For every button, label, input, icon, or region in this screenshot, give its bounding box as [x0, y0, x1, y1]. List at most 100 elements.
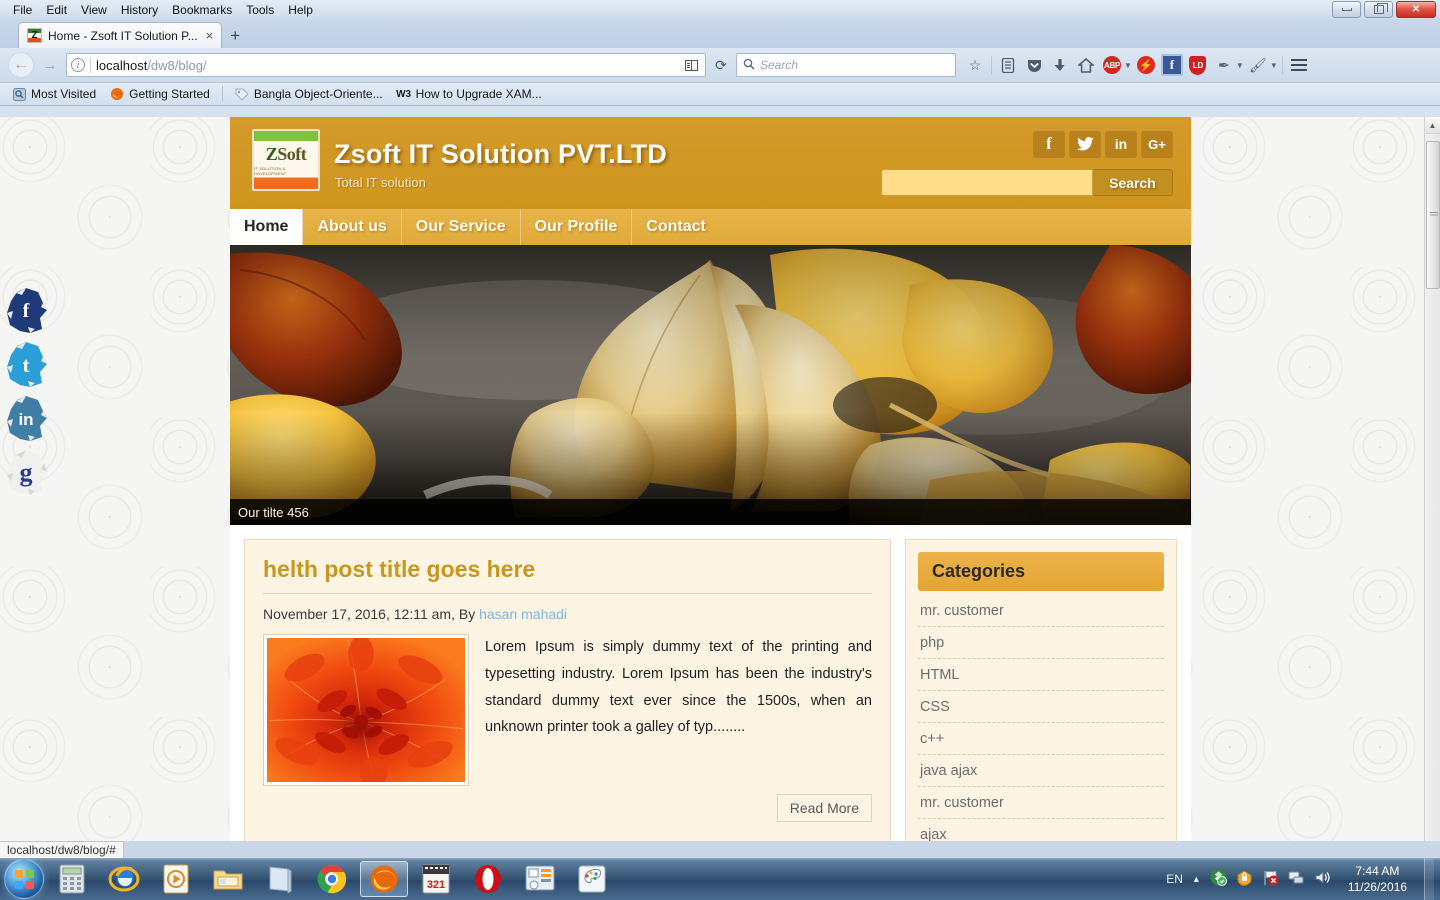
- search-input[interactable]: Search: [736, 53, 956, 77]
- taskbar-internet-explorer[interactable]: [100, 861, 148, 897]
- scrollbar-thumb[interactable]: [1426, 141, 1440, 289]
- new-tab-button[interactable]: +: [222, 24, 248, 48]
- category-item[interactable]: HTML: [918, 659, 1164, 691]
- nav-item-about-us[interactable]: About us: [303, 209, 402, 245]
- tab-favicon-icon: Z: [27, 28, 42, 43]
- taskbar-paint[interactable]: [568, 861, 616, 897]
- taskbar-media-player-classic[interactable]: 321: [412, 861, 460, 897]
- header-twitter-icon[interactable]: [1069, 130, 1101, 158]
- security-icon[interactable]: [1236, 869, 1253, 889]
- home-icon[interactable]: [1074, 53, 1098, 77]
- eyedropper-icon[interactable]: ✒: [1212, 53, 1236, 77]
- bookmark-star-icon[interactable]: ☆: [963, 53, 987, 77]
- scroll-up-arrow-icon[interactable]: ▲: [1425, 117, 1440, 134]
- menu-help[interactable]: Help: [281, 2, 320, 18]
- flash-icon[interactable]: ⚡: [1134, 53, 1158, 77]
- page-scrollbar[interactable]: ▲: [1424, 117, 1440, 841]
- menu-icon[interactable]: [1287, 53, 1311, 77]
- floating-linkedin-icon[interactable]: in: [2, 393, 50, 445]
- start-button[interactable]: [4, 859, 44, 899]
- post-title[interactable]: helth post title goes here: [263, 556, 872, 593]
- header-search-input[interactable]: [881, 169, 1093, 196]
- pocket-icon[interactable]: [1022, 53, 1046, 77]
- post-author-link[interactable]: hasan mahadi: [479, 606, 567, 622]
- color-picker-icon[interactable]: 🖌: [1246, 53, 1270, 77]
- nav-item-home[interactable]: Home: [230, 209, 304, 245]
- main-post-column: helth post title goes here November 17, …: [244, 539, 891, 841]
- dropbox-icon[interactable]: [1210, 869, 1227, 889]
- site-identity-icon[interactable]: i: [71, 58, 85, 72]
- menu-tools[interactable]: Tools: [239, 2, 281, 18]
- adblock-chevron-down-icon[interactable]: ▼: [1124, 61, 1132, 70]
- menu-file[interactable]: File: [6, 2, 39, 18]
- category-item[interactable]: ajax: [918, 819, 1164, 841]
- downloads-icon[interactable]: [1048, 53, 1072, 77]
- bookmark-xampp-upgrade[interactable]: W3 How to Upgrade XAM...: [391, 86, 548, 102]
- header-linkedin-icon[interactable]: in: [1105, 130, 1137, 158]
- nav-item-our-profile[interactable]: Our Profile: [521, 209, 633, 245]
- floating-twitter-icon[interactable]: t: [2, 339, 50, 391]
- taskbar-firefox[interactable]: [360, 861, 408, 897]
- category-item[interactable]: mr. customer: [918, 787, 1164, 819]
- show-desktop-button[interactable]: [1424, 858, 1434, 900]
- menu-view[interactable]: View: [74, 2, 114, 18]
- taskbar-xampp[interactable]: [516, 861, 564, 897]
- facebook-icon[interactable]: f: [1160, 53, 1184, 77]
- lastpass-icon[interactable]: LD: [1186, 53, 1210, 77]
- search-icon: [743, 58, 755, 73]
- category-item[interactable]: java ajax: [918, 755, 1164, 787]
- menu-edit[interactable]: Edit: [39, 2, 74, 18]
- nav-item-our-service[interactable]: Our Service: [402, 209, 521, 245]
- taskbar-chrome[interactable]: [308, 861, 356, 897]
- close-button[interactable]: ✕: [1396, 1, 1436, 18]
- taskbar-opera[interactable]: [464, 861, 512, 897]
- tray-language[interactable]: EN: [1166, 872, 1183, 886]
- bookmark-getting-started[interactable]: Getting Started: [104, 86, 216, 102]
- colorpicker-chevron-down-icon[interactable]: ▼: [1270, 61, 1278, 70]
- post-title-divider: [263, 593, 872, 594]
- minimize-button[interactable]: [1332, 1, 1361, 18]
- reader-mode-icon[interactable]: [681, 56, 701, 74]
- tab-close-icon[interactable]: ×: [204, 28, 216, 43]
- category-item[interactable]: CSS: [918, 691, 1164, 723]
- adblock-plus-icon[interactable]: ABP: [1100, 53, 1124, 77]
- address-bar[interactable]: i localhost/dw8/blog/: [66, 53, 706, 77]
- category-item[interactable]: php: [918, 627, 1164, 659]
- eyedropper-chevron-down-icon[interactable]: ▼: [1236, 61, 1244, 70]
- category-item[interactable]: c++: [918, 723, 1164, 755]
- taskbar-folder[interactable]: [204, 861, 252, 897]
- nav-item-contact[interactable]: Contact: [632, 209, 720, 245]
- website-container: ZSoft IT SOLUTION & DEVELOPMENT Zsoft IT…: [230, 117, 1191, 841]
- site-logo[interactable]: ZSoft IT SOLUTION & DEVELOPMENT: [252, 129, 320, 191]
- taskbar-calculator[interactable]: [48, 861, 96, 897]
- show-hidden-icons-button[interactable]: ▲: [1192, 874, 1201, 884]
- header-facebook-icon[interactable]: f: [1033, 130, 1065, 158]
- post-title-2[interactable]: Hard work: [263, 838, 872, 841]
- floating-linkedin-glyph: in: [18, 409, 34, 429]
- header-googleplus-icon[interactable]: G+: [1141, 130, 1173, 158]
- menu-history[interactable]: History: [114, 2, 165, 18]
- menu-bookmarks[interactable]: Bookmarks: [165, 2, 239, 18]
- back-button-icon[interactable]: ←: [8, 52, 34, 78]
- volume-icon[interactable]: [1314, 869, 1331, 889]
- floating-facebook-icon[interactable]: f: [2, 285, 50, 337]
- browser-tab[interactable]: Z Home - Zsoft IT Solution P... ×: [18, 22, 223, 48]
- floating-google-icon[interactable]: g: [2, 447, 50, 499]
- floating-social-widget: f t in g: [2, 285, 54, 501]
- bookmark-most-visited[interactable]: Most Visited: [6, 86, 102, 102]
- taskbar-notepad[interactable]: [256, 861, 304, 897]
- bookmarks-toolbar: Most Visited Getting Started Bangla Obje…: [0, 83, 1440, 106]
- taskbar-media-player[interactable]: [152, 861, 200, 897]
- flag-icon[interactable]: [1262, 869, 1279, 889]
- read-more-button[interactable]: Read More: [776, 794, 872, 822]
- post-thumbnail[interactable]: [263, 634, 469, 788]
- restore-button[interactable]: [1364, 1, 1393, 18]
- network-icon[interactable]: [1288, 869, 1305, 889]
- category-item[interactable]: mr. customer: [918, 595, 1164, 627]
- reload-button-icon[interactable]: ⟳: [709, 53, 733, 77]
- header-search-button[interactable]: Search: [1093, 169, 1173, 196]
- bookmark-bangla-oop[interactable]: Bangla Object-Oriente...: [229, 86, 389, 102]
- reading-list-icon[interactable]: [996, 53, 1020, 77]
- hero-banner[interactable]: Our tilte 456: [230, 245, 1191, 525]
- clock[interactable]: 7:44 AM 11/26/2016: [1340, 863, 1415, 895]
